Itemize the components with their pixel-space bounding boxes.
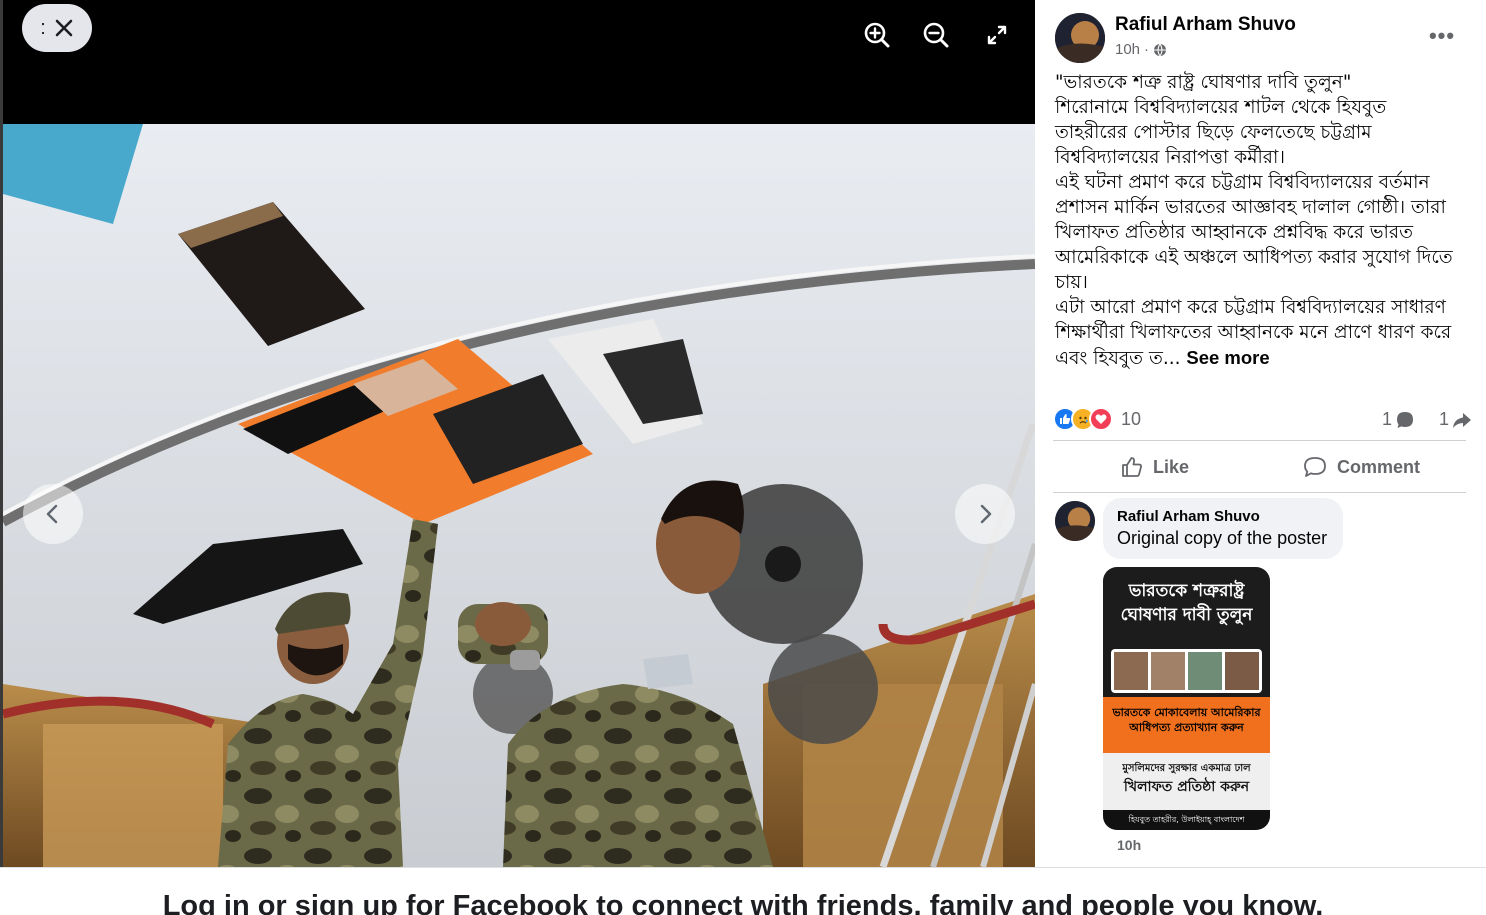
share-arrow-icon: [1453, 412, 1471, 428]
close-button[interactable]: :: [22, 4, 92, 52]
like-label: Like: [1153, 456, 1190, 477]
post-text-line: চায়।: [1055, 272, 1088, 293]
comment-bubble: Rafiul Arham Shuvo Original copy of the …: [1103, 498, 1344, 559]
chevron-right-icon[interactable]: [974, 503, 996, 525]
author-avatar[interactable]: [1055, 13, 1105, 63]
post-text: "ভারতকে শত্রু রাষ্ট্র ঘোষণার দাবি তুলুন"…: [1055, 70, 1465, 371]
love-reaction-icon: [1089, 407, 1113, 431]
poster-light-line: মুসলিমদের সুরক্ষার একমাত্র ঢাল: [1122, 763, 1251, 774]
post-options-button[interactable]: •••: [1425, 22, 1459, 50]
poster-orange-line: ভারতকে মোকাবেলায় আমেরিকার: [1112, 706, 1261, 719]
like-thumb-icon: [1122, 457, 1142, 477]
poster-photo-strip: [1111, 649, 1262, 693]
post-text-last-line: এবং হিযবুত ত... See more: [1055, 345, 1465, 371]
options-dots-icon[interactable]: :: [40, 17, 45, 40]
poster-light-line: খিলাফত প্রতিষ্ঠা করুন: [1123, 779, 1250, 795]
comment-count-value: 1: [1381, 409, 1392, 429]
comment-author-name[interactable]: Rafiul Arham Shuvo: [1117, 508, 1327, 525]
previous-photo-button[interactable]: [23, 484, 83, 544]
poster-orange-section: ভারতকে মোকাবেলায় আমেরিকার আধিপত্য প্রত্…: [1103, 697, 1270, 753]
post-text-line: এটা আরো প্রমাণ করে চট্টগ্রাম বিশ্ববিদ্যা…: [1055, 297, 1446, 318]
comment-label: Comment: [1337, 456, 1421, 477]
comment-button[interactable]: Comment: [1303, 447, 1420, 487]
like-button[interactable]: Like: [1121, 447, 1189, 487]
login-banner: Log in or sign up for Facebook to connec…: [0, 867, 1486, 915]
poster-footer: হিযবুত তাহরীর, উলাইয়াহ্ বাংলাদেশ: [1103, 810, 1270, 830]
fullscreen-button[interactable]: [980, 18, 1014, 52]
see-more-link[interactable]: See more: [1186, 347, 1269, 368]
login-banner-text: Log in or sign up for Facebook to connec…: [162, 890, 1324, 915]
comment-icon: [1304, 457, 1326, 477]
poster-title-line: ঘোষণার দাবী তুলুন: [1120, 605, 1253, 625]
post-text-line: তাহরীরের পোস্টার ছিড়ে ফেলতেছে চট্টগ্রাম: [1055, 122, 1372, 143]
post-text-line: "ভারতকে শত্রু রাষ্ট্র ঘোষণার দাবি তুলুন": [1055, 72, 1352, 93]
comment-count[interactable]: 1: [1382, 409, 1415, 430]
share-count-value: 1: [1438, 409, 1449, 429]
post-text-line: শিরোনামে বিশ্ববিদ্যালয়ের শাটল থেকে হিযব…: [1055, 97, 1387, 118]
fullscreen-icon[interactable]: [986, 24, 1008, 46]
poster-title: ভারতকে শত্রুরাষ্ট্র ঘোষণার দাবী তুলুন: [1103, 567, 1270, 627]
commenter-avatar[interactable]: [1055, 501, 1095, 541]
divider: [1053, 440, 1466, 441]
post-panel: Rafiul Arham Shuvo 10h · ••• "ভারতকে শত্…: [1035, 0, 1486, 867]
next-photo-button[interactable]: [955, 484, 1015, 544]
poster-title-line: ভারতকে শত্রুরাষ্ট্র: [1128, 581, 1245, 601]
facebook-photo-page: : Rafiul Arham Shuvo 10h · ••• "ভারতকে শ…: [0, 0, 1486, 915]
comment-time[interactable]: 10h: [1117, 837, 1141, 853]
divider: [1053, 492, 1466, 493]
comment-attached-poster-image[interactable]: ভারতকে শত্রুরাষ্ট্র ঘোষণার দাবী তুলুন ভা…: [1103, 567, 1270, 830]
avatar-image: [1055, 501, 1095, 541]
post-meta: 10h ·: [1115, 41, 1167, 58]
post-text-line: শিক্ষার্থীরা খিলাফতের আহ্বানকে মনে প্রাণ…: [1055, 322, 1452, 343]
post-time[interactable]: 10h: [1115, 41, 1140, 58]
share-count[interactable]: 1: [1439, 409, 1472, 430]
post-text-line: প্রশাসন মার্কিন ভারতের আজ্ঞাবহ দালাল গোষ…: [1055, 197, 1446, 218]
post-text-line: আমেরিকাকে এই অঞ্চলে আধিপত্য করার সুযোগ দ…: [1055, 247, 1453, 268]
zoom-out-button[interactable]: [919, 18, 953, 52]
post-photo: [3, 124, 1035, 867]
photo-viewer: :: [0, 0, 1035, 867]
globe-icon: [1154, 43, 1167, 56]
post-author-name[interactable]: Rafiul Arham Shuvo: [1115, 14, 1296, 36]
zoom-out-icon[interactable]: [922, 21, 950, 49]
poster-orange-line: আধিপত্য প্রত্যাখ্যান করুন: [1129, 721, 1244, 734]
avatar-image: [1055, 13, 1105, 63]
chevron-left-icon[interactable]: [42, 503, 64, 525]
reaction-count[interactable]: 10: [1121, 409, 1141, 430]
post-text-line: এই ঘটনা প্রমাণ করে চট্টগ্রাম বিশ্ববিদ্যা…: [1055, 172, 1430, 193]
comment-text: Original copy of the poster: [1117, 528, 1328, 548]
post-text-line: খিলাফত প্রতিষ্ঠার আহ্বানকে প্রশ্নবিদ্ধ ক…: [1055, 222, 1413, 243]
zoom-in-icon[interactable]: [863, 21, 891, 49]
close-icon[interactable]: [54, 18, 74, 38]
post-text-line: বিশ্ববিদ্যালয়ের নিরাপত্তা কর্মীরা।: [1055, 147, 1285, 168]
engagement-counts: 1 1: [1382, 409, 1472, 430]
reaction-summary[interactable]: 10: [1053, 407, 1141, 431]
zoom-in-button[interactable]: [860, 18, 894, 52]
truncated-text: এবং হিযবুত ত...: [1055, 348, 1181, 369]
comment-bubble-icon: [1396, 411, 1413, 428]
more-horizontal-icon[interactable]: •••: [1429, 23, 1455, 49]
